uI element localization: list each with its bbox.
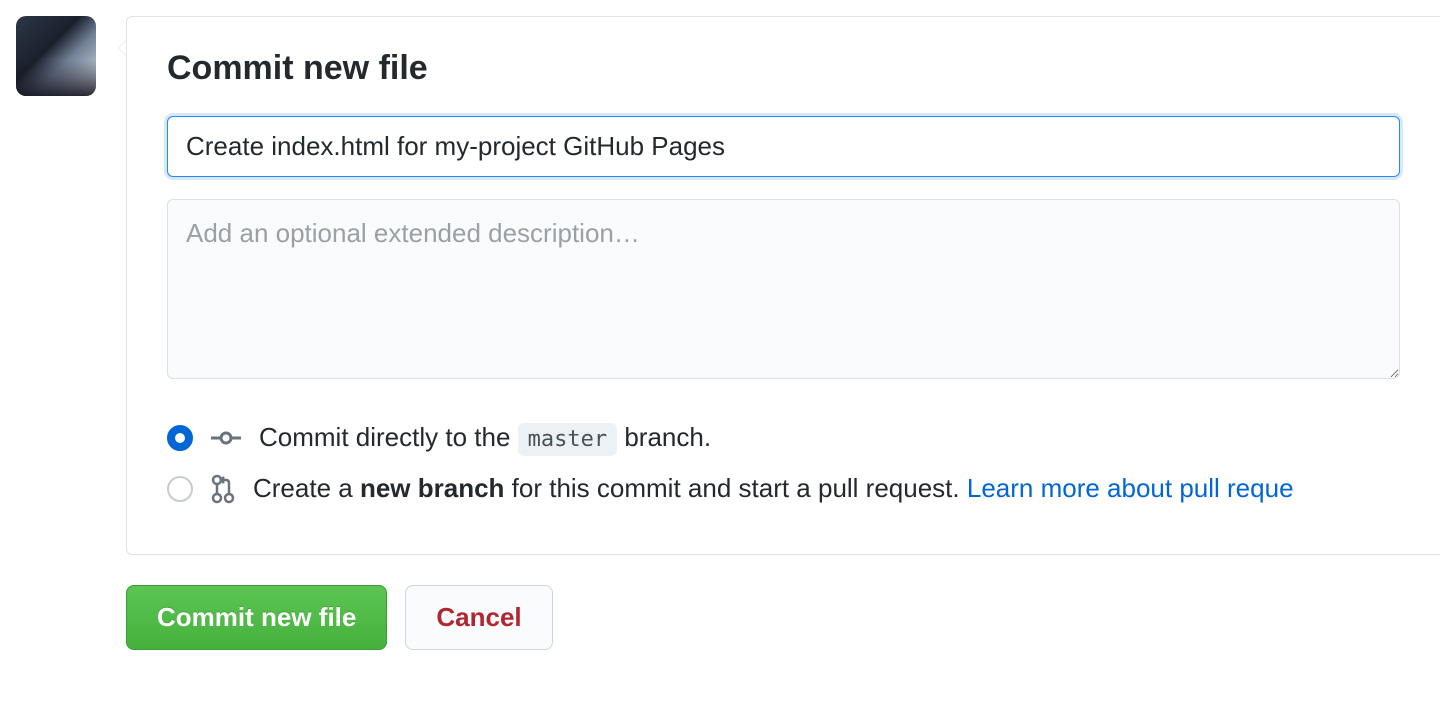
cancel-button[interactable]: Cancel [405, 585, 552, 650]
commit-summary-input[interactable] [167, 116, 1400, 177]
learn-more-link[interactable]: Learn more about pull reque [967, 473, 1294, 503]
new-branch-label: Create a new branch for this commit and … [253, 473, 1294, 504]
commit-direct-option[interactable]: Commit directly to the master branch. [167, 412, 1400, 463]
radio-commit-direct[interactable] [167, 425, 193, 451]
branch-chip: master [518, 423, 617, 456]
panel-title: Commit new file [167, 49, 1400, 88]
avatar[interactable] [16, 16, 96, 96]
actions-bar: Commit new file Cancel [126, 567, 1440, 650]
commit-new-branch-option[interactable]: Create a new branch for this commit and … [167, 463, 1400, 514]
git-pull-request-icon [211, 474, 235, 504]
commit-description-textarea[interactable] [167, 199, 1400, 379]
commit-direct-label: Commit directly to the master branch. [259, 422, 711, 453]
commit-button[interactable]: Commit new file [126, 585, 387, 650]
radio-new-branch[interactable] [167, 476, 193, 502]
git-commit-icon [211, 427, 241, 449]
commit-panel: Commit new file Commit directly to the m… [126, 16, 1440, 555]
